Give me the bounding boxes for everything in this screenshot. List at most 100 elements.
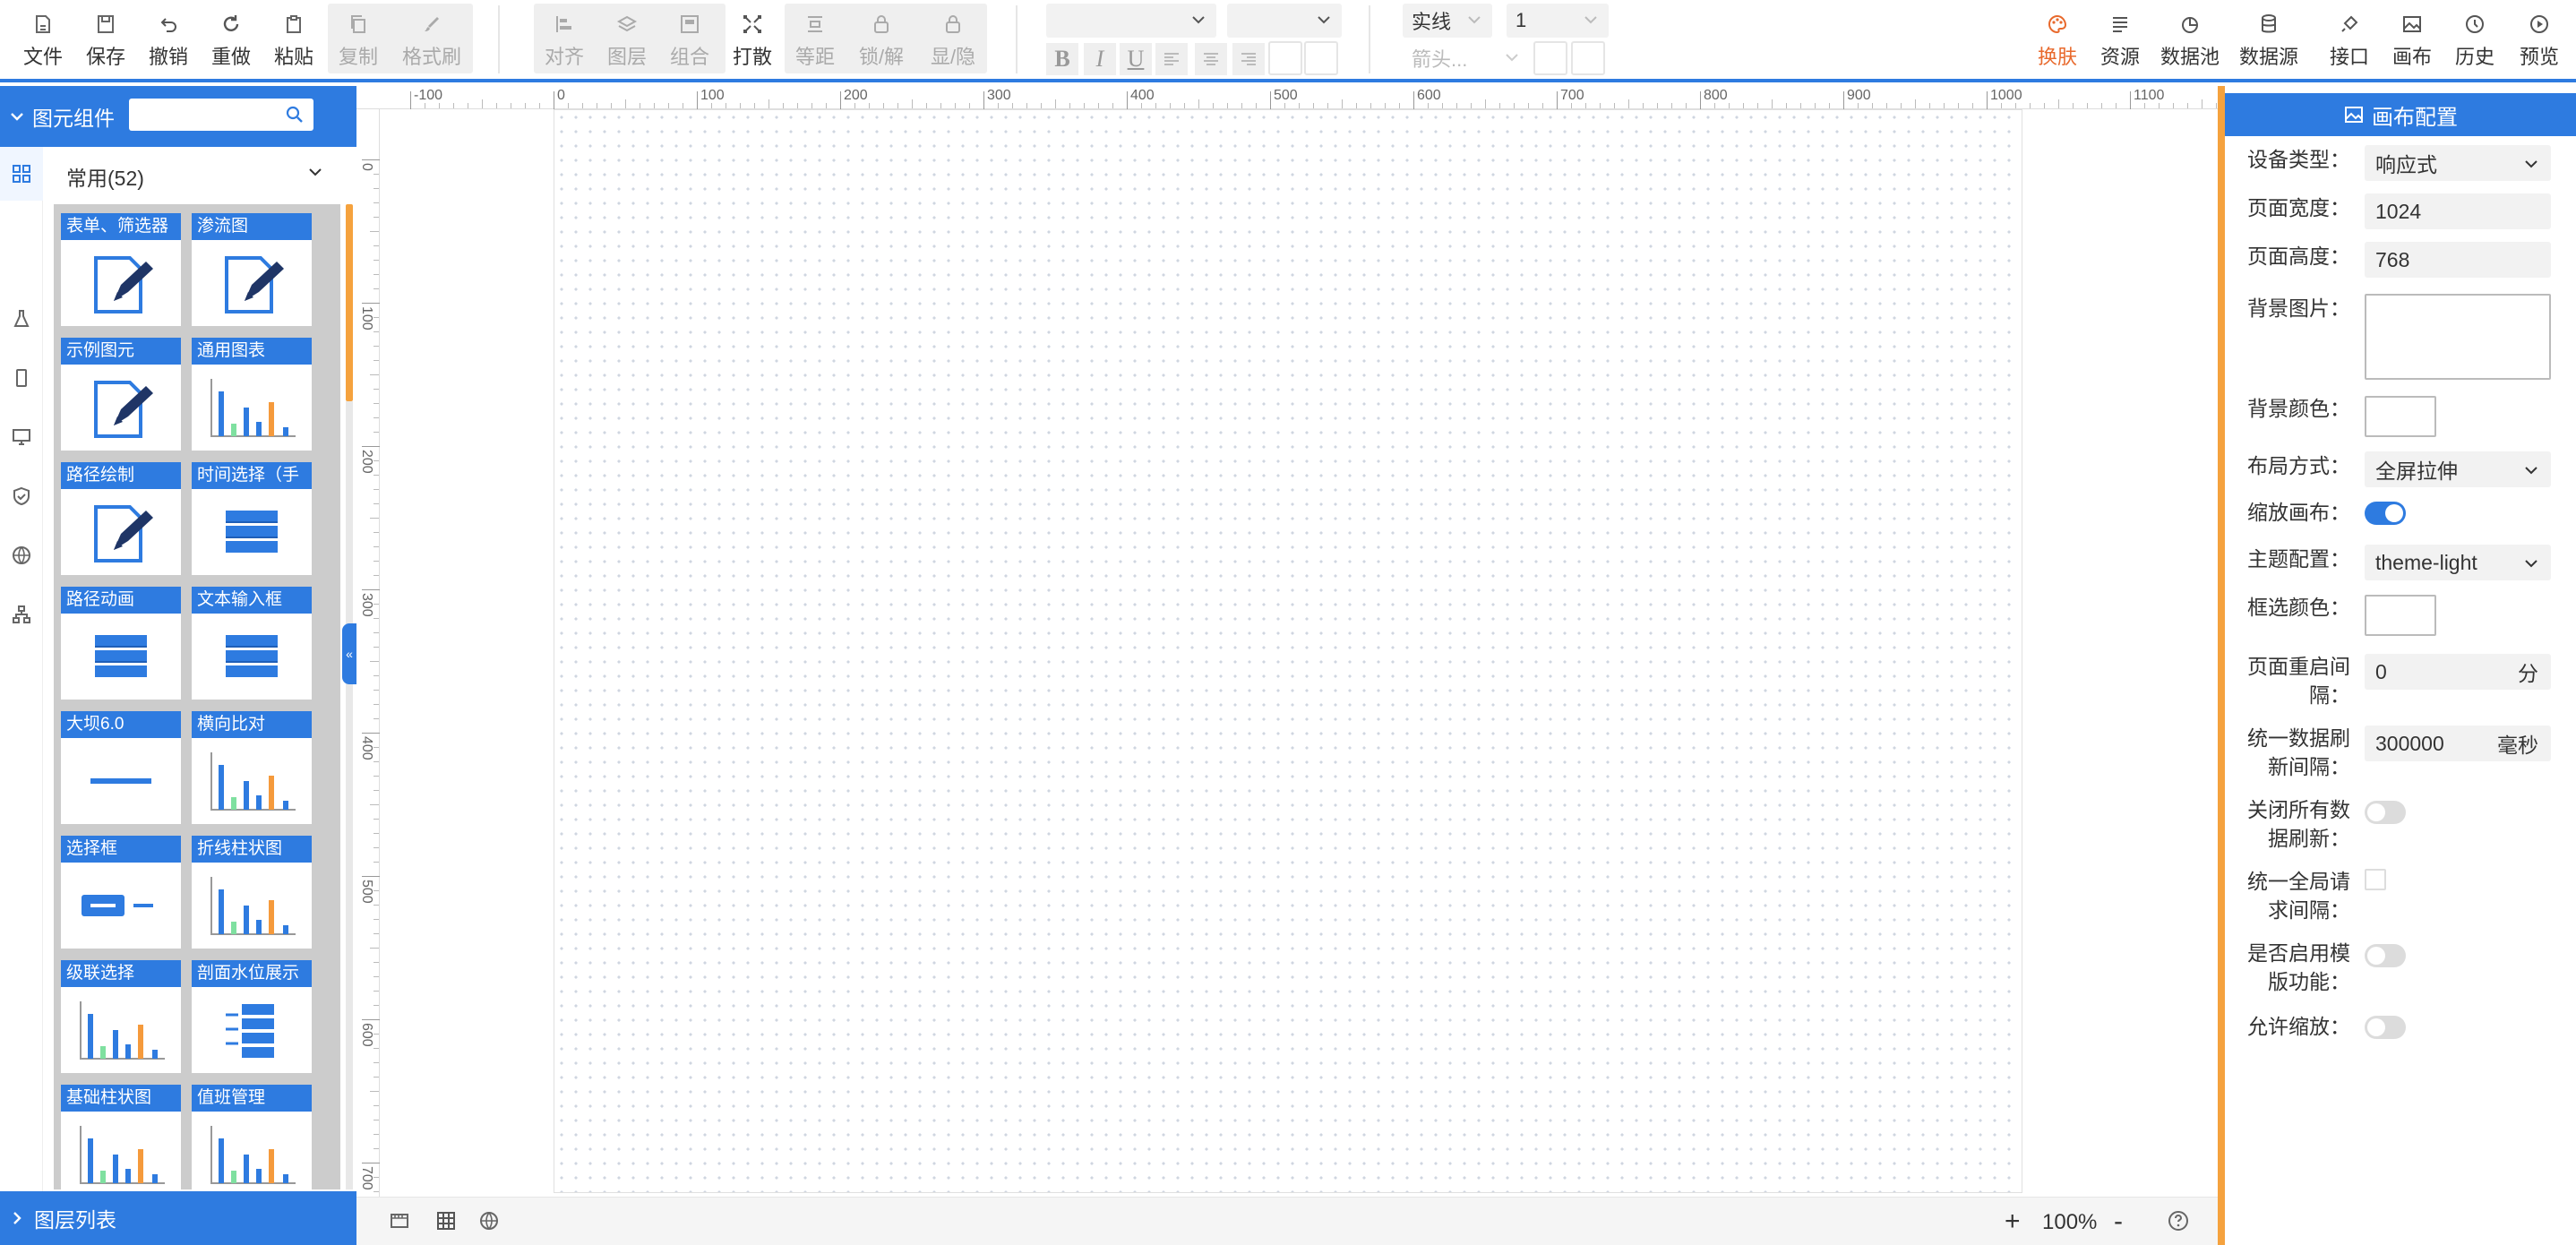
flask-icon[interactable] bbox=[9, 306, 34, 331]
monitor-icon[interactable] bbox=[9, 425, 34, 450]
align-right-button[interactable] bbox=[1232, 43, 1265, 75]
component-scrollbar[interactable] bbox=[346, 204, 353, 401]
format-brush-button[interactable]: 格式刷 bbox=[398, 7, 466, 72]
copy-button[interactable]: 复制 bbox=[335, 7, 382, 72]
save-button[interactable]: 保存 bbox=[82, 7, 129, 72]
grid-icon[interactable] bbox=[0, 147, 43, 201]
component-card[interactable]: 文本输入框 bbox=[192, 587, 312, 700]
fill-color-box[interactable] bbox=[1571, 41, 1605, 75]
allow-zoom-toggle[interactable] bbox=[2365, 1016, 2406, 1039]
lock-button[interactable]: 锁/解 bbox=[856, 7, 906, 72]
ruler-minor-tick bbox=[2187, 103, 2188, 108]
component-card[interactable]: 通用图表 bbox=[192, 338, 312, 451]
bg-color-picker[interactable] bbox=[2365, 396, 2436, 437]
component-card[interactable]: 路径动画 bbox=[61, 587, 181, 700]
component-card[interactable]: 值班管理 bbox=[192, 1085, 312, 1189]
resources-button[interactable]: 资源 bbox=[2096, 7, 2144, 72]
ungroup-button[interactable]: 打散 bbox=[729, 7, 776, 72]
bg-color-box[interactable] bbox=[1304, 41, 1338, 75]
visibility-button[interactable]: 显/隐 bbox=[926, 7, 980, 72]
device-type-select[interactable]: 响应式 bbox=[2365, 145, 2551, 181]
category-header[interactable]: 常用(52) bbox=[43, 147, 356, 201]
layer-button[interactable]: 图层 bbox=[604, 7, 650, 72]
line-color-box[interactable] bbox=[1533, 41, 1567, 75]
component-card[interactable]: 选择框 bbox=[61, 836, 181, 949]
spacing-button[interactable]: 等距 bbox=[792, 7, 838, 72]
component-card[interactable]: 级联选择 bbox=[61, 960, 181, 1073]
line-width-select[interactable]: 1 bbox=[1507, 4, 1609, 38]
skin-button[interactable]: 换肤 bbox=[2033, 7, 2082, 72]
bold-button[interactable]: B bbox=[1046, 43, 1078, 75]
bg-image-upload[interactable] bbox=[2365, 294, 2551, 380]
paste-button[interactable]: 粘贴 bbox=[270, 7, 317, 72]
theme-select[interactable]: theme-light bbox=[2365, 545, 2551, 580]
group-button[interactable]: 组合 bbox=[666, 7, 713, 72]
component-card[interactable]: 表单、筛选器 bbox=[61, 213, 181, 326]
ungroup-label: 打散 bbox=[732, 46, 772, 68]
globe-icon[interactable] bbox=[478, 1210, 500, 1236]
global-request-checkbox[interactable] bbox=[2365, 869, 2386, 890]
underline-button[interactable]: U bbox=[1120, 43, 1152, 75]
component-scroll-track bbox=[346, 401, 353, 1189]
align-left-button[interactable] bbox=[1155, 43, 1188, 75]
scale-canvas-toggle[interactable] bbox=[2365, 502, 2406, 525]
layer-list-header[interactable]: 图层列表 bbox=[0, 1191, 356, 1245]
ruler-toggle-icon[interactable] bbox=[389, 1210, 410, 1236]
history-button[interactable]: 历史 bbox=[2451, 7, 2499, 72]
refresh-interval-input[interactable]: 300000 毫秒 bbox=[2365, 726, 2551, 761]
component-card[interactable]: 示例图元 bbox=[61, 338, 181, 451]
component-search-input[interactable] bbox=[129, 99, 313, 131]
ruler-top-label: 0 bbox=[557, 88, 565, 103]
data-pool-button[interactable]: 数据池 bbox=[2157, 7, 2223, 72]
device-type-label: 设备类型： bbox=[2247, 148, 2350, 171]
component-panel-header[interactable]: 图元组件 bbox=[0, 86, 356, 147]
component-card[interactable]: 大坝6.0 bbox=[61, 711, 181, 824]
design-canvas-page[interactable] bbox=[554, 109, 2022, 1193]
font-family-select[interactable] bbox=[1046, 4, 1216, 38]
font-color-box[interactable] bbox=[1268, 41, 1302, 75]
undo-button[interactable]: 撤销 bbox=[145, 7, 192, 72]
sitemap-icon[interactable] bbox=[9, 602, 34, 627]
preview-button[interactable]: 预览 bbox=[2515, 7, 2563, 72]
canvas-button[interactable]: 画布 bbox=[2388, 7, 2436, 72]
component-card[interactable]: 时间选择（手 bbox=[192, 462, 312, 575]
ruler-minor-tick bbox=[374, 1048, 379, 1049]
grid-toggle-icon[interactable] bbox=[435, 1210, 457, 1236]
left-panel-collapse-handle[interactable]: « bbox=[342, 623, 356, 684]
ruler-minor-tick bbox=[374, 532, 379, 533]
component-card[interactable]: 剖面水位展示 bbox=[192, 960, 312, 1073]
italic-button[interactable]: I bbox=[1084, 43, 1116, 75]
arrow-select[interactable]: 箭头... bbox=[1403, 41, 1530, 75]
align-button[interactable]: 对齐 bbox=[541, 7, 588, 72]
template-toggle[interactable] bbox=[2365, 944, 2406, 967]
zoom-out-button[interactable]: - bbox=[2114, 1206, 2123, 1237]
component-card[interactable]: 渗流图 bbox=[192, 213, 312, 326]
component-card[interactable]: 基础柱状图 bbox=[61, 1085, 181, 1189]
layout-select[interactable]: 全屏拉伸 bbox=[2365, 451, 2551, 487]
ruler-minor-tick bbox=[2173, 103, 2174, 108]
line-style-select[interactable]: 实线 bbox=[1403, 4, 1492, 38]
component-card[interactable]: 横向比对 bbox=[192, 711, 312, 824]
component-card[interactable]: 路径绘制 bbox=[61, 462, 181, 575]
help-icon[interactable] bbox=[2168, 1210, 2189, 1236]
data-source-button[interactable]: 数据源 bbox=[2236, 7, 2302, 72]
mobile-icon[interactable] bbox=[9, 365, 34, 391]
align-center-button[interactable] bbox=[1195, 43, 1227, 75]
page-height-input[interactable]: 768 bbox=[2365, 242, 2551, 278]
file-button[interactable]: 文件 bbox=[20, 7, 66, 72]
restart-interval-input[interactable]: 0 分 bbox=[2365, 654, 2551, 690]
search-icon[interactable] bbox=[285, 105, 305, 130]
close-refresh-toggle[interactable] bbox=[2365, 801, 2406, 824]
zoom-in-button[interactable]: + bbox=[2005, 1206, 2021, 1237]
redo-button[interactable]: 重做 bbox=[208, 7, 254, 72]
font-size-select[interactable] bbox=[1227, 4, 1342, 38]
data-source-label: 数据源 bbox=[2238, 46, 2298, 68]
component-search-field[interactable] bbox=[134, 99, 269, 129]
select-color-picker[interactable] bbox=[2365, 595, 2436, 636]
api-button[interactable]: 接口 bbox=[2325, 7, 2374, 72]
globe-icon[interactable] bbox=[9, 543, 34, 568]
page-width-input[interactable]: 1024 bbox=[2365, 193, 2551, 229]
component-card[interactable]: 折线柱状图 bbox=[192, 836, 312, 949]
ruler-minor-tick bbox=[1499, 103, 1500, 108]
shield-icon[interactable] bbox=[9, 484, 34, 509]
